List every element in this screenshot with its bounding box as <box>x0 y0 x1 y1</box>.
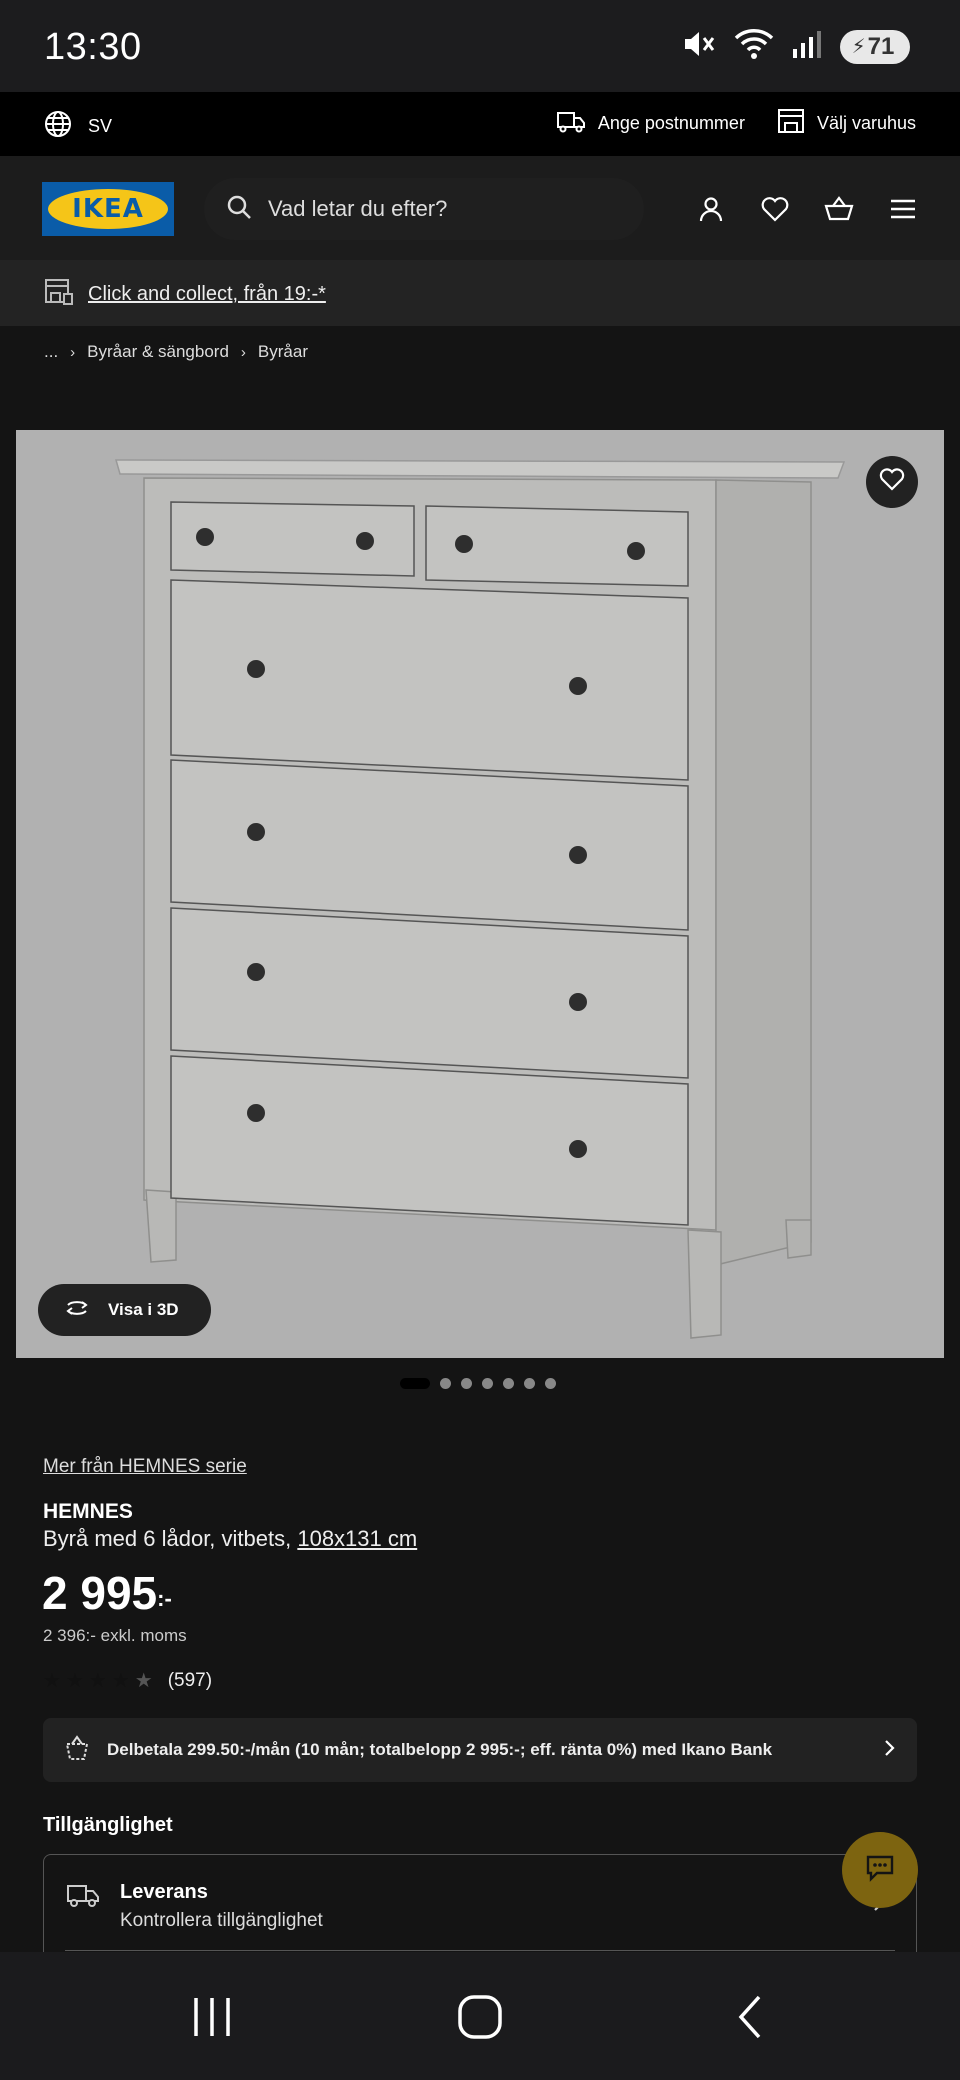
product-price: 2 995 :- <box>42 1566 172 1620</box>
truck-icon <box>66 1881 100 1932</box>
battery-level: 71 <box>867 32 895 60</box>
breadcrumb-item[interactable]: Byråar <box>258 342 308 362</box>
truck-icon <box>556 109 586 138</box>
utility-bar: SV Ange postnummer Välj varuhus <box>0 92 960 156</box>
star-icon: ★ <box>88 1670 107 1692</box>
chevron-right-icon: › <box>240 343 246 361</box>
click-collect-link[interactable]: Click and collect, från 19:-* <box>88 283 326 306</box>
postcode-label: Ange postnummer <box>597 113 745 133</box>
dresser-illustration <box>115 459 846 1339</box>
pager-dot[interactable] <box>545 1378 556 1389</box>
ikea-logo[interactable]: IKEA <box>42 182 174 236</box>
cart-icon[interactable] <box>822 192 856 226</box>
home-icon[interactable] <box>450 1992 510 2042</box>
language-label: SV <box>88 116 113 136</box>
product-size-link[interactable]: 108x131 cm <box>297 1526 417 1551</box>
pager-dot[interactable] <box>503 1378 514 1389</box>
add-to-wishlist-button[interactable] <box>866 456 918 508</box>
system-nav-bar <box>0 1952 960 2080</box>
logo-text: IKEA <box>72 194 144 224</box>
logo-oval: IKEA <box>48 189 168 229</box>
rotate-3d-icon <box>62 1297 92 1324</box>
recent-apps-icon[interactable] <box>182 1992 242 2042</box>
delivery-subtitle: Kontrollera tillgänglighet <box>120 1910 323 1931</box>
divider <box>65 1950 895 1951</box>
delivery-title: Leverans <box>120 1881 208 1903</box>
search-placeholder: Vad letar du efter? <box>268 196 448 221</box>
search-input[interactable]: Vad letar du efter? <box>204 178 644 240</box>
view-3d-button[interactable]: Visa i 3D <box>38 1284 211 1336</box>
language-selector[interactable]: SV <box>44 110 112 143</box>
wifi-icon <box>734 28 774 65</box>
pager-dot[interactable] <box>524 1378 535 1389</box>
pager-dot-active[interactable] <box>400 1378 430 1389</box>
payment-icon <box>63 1734 91 1767</box>
star-icon: ★ <box>111 1670 130 1692</box>
signal-icon <box>792 29 822 64</box>
star-icon: ★ <box>65 1670 84 1692</box>
menu-icon[interactable] <box>886 192 920 226</box>
series-link[interactable]: Mer från HEMNES serie <box>43 1456 247 1478</box>
product-description-text: Byrå med 6 lådor, vitbets, <box>43 1526 298 1551</box>
chevron-right-icon <box>883 1738 897 1763</box>
chat-button[interactable] <box>842 1832 918 1908</box>
status-icons: ⚡ 71 <box>682 28 910 65</box>
status-bar: 13:30 ⚡ 71 <box>0 0 960 92</box>
postcode-button[interactable]: Ange postnummer <box>556 109 745 138</box>
rating[interactable]: ★ ★ ★ ★ ★ (597) <box>43 1668 212 1693</box>
half-star-icon: ★ <box>134 1670 153 1692</box>
chat-icon <box>865 1854 895 1887</box>
back-icon[interactable] <box>720 1992 780 2042</box>
store-label: Välj varuhus <box>816 113 916 133</box>
star-icon: ★ <box>43 1670 61 1692</box>
charging-icon: ⚡ <box>851 36 866 58</box>
pager-dot[interactable] <box>461 1378 472 1389</box>
breadcrumb-item[interactable]: Byråar & sängbord <box>87 342 229 362</box>
review-count: (597) <box>167 1669 213 1691</box>
availability-title: Tillgänglighet <box>43 1814 173 1836</box>
store-button[interactable]: Välj varuhus <box>777 108 916 139</box>
delivery-card[interactable]: Leverans Kontrollera tillgänglighet <box>43 1854 917 1954</box>
battery-indicator: ⚡ 71 <box>840 29 910 64</box>
site-header: IKEA Vad letar du efter? <box>0 156 960 260</box>
store-pickup-icon <box>44 278 74 311</box>
status-time: 13:30 <box>44 26 142 68</box>
financing-text: Delbetala 299.50:-/mån (10 mån; totalbel… <box>107 1740 773 1759</box>
account-icon[interactable] <box>694 192 728 226</box>
product-image[interactable]: Visa i 3D <box>16 430 944 1358</box>
breadcrumb: ... › Byråar & sängbord › Byråar <box>44 342 308 362</box>
heart-icon <box>879 467 905 497</box>
image-pager <box>400 1378 556 1389</box>
product-description: Byrå med 6 lådor, vitbets, 108x131 cm <box>43 1526 417 1552</box>
globe-icon <box>44 110 72 143</box>
pager-dot[interactable] <box>482 1378 493 1389</box>
price-excl-vat: 2 396:- exkl. moms <box>43 1626 187 1645</box>
wishlist-icon[interactable] <box>758 192 792 226</box>
product-name: HEMNES <box>43 1500 133 1523</box>
price-amount: 2 995 <box>42 1567 158 1619</box>
mute-icon <box>682 28 716 65</box>
click-collect-bar: Click and collect, från 19:-* <box>0 260 960 326</box>
price-suffix: :- <box>157 1586 172 1611</box>
search-icon <box>226 194 252 225</box>
breadcrumb-root[interactable]: ... <box>44 342 58 362</box>
store-icon <box>777 108 805 139</box>
financing-card[interactable]: Delbetala 299.50:-/mån (10 mån; totalbel… <box>43 1718 917 1782</box>
pager-dot[interactable] <box>440 1378 451 1389</box>
chevron-right-icon: › <box>70 343 76 361</box>
view-3d-label: Visa i 3D <box>108 1300 179 1319</box>
